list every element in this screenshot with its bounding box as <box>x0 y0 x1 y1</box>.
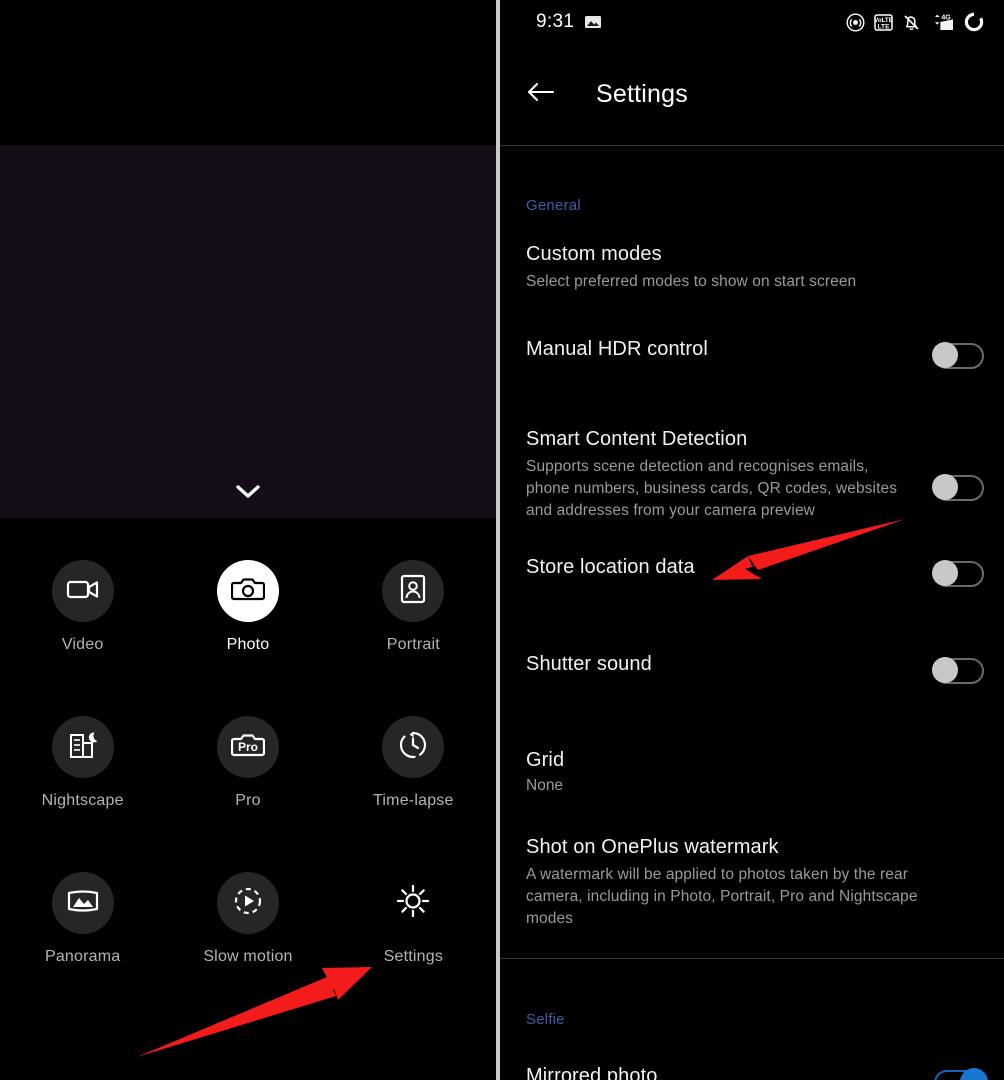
svg-text:LTE: LTE <box>878 23 891 30</box>
image-notification-icon <box>584 14 602 30</box>
screenshot-root: Video Photo Portrait Nightscape Pro Pro … <box>0 0 1004 1080</box>
mode-icon-container <box>51 716 114 778</box>
page-title: Settings <box>596 80 688 108</box>
volte-icon: VoLTE LTE <box>874 13 893 32</box>
setting-title: Custom modes <box>526 243 662 265</box>
status-bar-clock: 9:31 <box>536 11 575 32</box>
mode-icon-container <box>51 560 114 622</box>
camera-preview-area[interactable] <box>0 145 496 518</box>
mode-icon-container: Pro <box>216 716 279 778</box>
setting-row-shutter-sound[interactable]: Shutter sound <box>500 652 1004 706</box>
camera-mode-nightscape[interactable]: Nightscape <box>0 716 165 832</box>
camera-mode-time-lapse[interactable]: Time-lapse <box>331 716 496 832</box>
mode-icon-container <box>216 872 279 934</box>
toggle-manual-hdr-control[interactable] <box>932 342 984 369</box>
status-bar-notification-icons <box>584 14 602 30</box>
setting-text: Shutter sound <box>526 652 934 677</box>
settings-header: Settings <box>500 44 1004 145</box>
toggle-knob <box>932 342 958 368</box>
portrait-person-icon <box>399 573 427 610</box>
toggle-knob <box>932 474 958 500</box>
toggle-shutter-sound[interactable] <box>932 657 984 684</box>
mode-icon-container <box>382 872 444 934</box>
toggle-knob <box>960 1068 988 1080</box>
camera-mode-slow-motion[interactable]: Slow motion <box>165 872 330 988</box>
setting-text: Custom modes Select preferred modes to s… <box>526 242 984 293</box>
chevron-down-icon <box>235 484 261 500</box>
svg-text:Pro: Pro <box>238 740 258 754</box>
preview-collapse-button[interactable] <box>0 475 496 509</box>
setting-text: Manual HDR control <box>526 337 934 362</box>
setting-subtitle: Supports scene detection and recognises … <box>526 458 898 519</box>
setting-row-shot-on-oneplus-watermark[interactable]: Shot on OnePlus watermark A watermark wi… <box>500 835 1004 930</box>
timelapse-clock-icon <box>397 729 429 766</box>
setting-text: Grid None <box>526 748 984 795</box>
setting-text: Smart Content Detection Supports scene d… <box>526 427 934 522</box>
slow-motion-icon <box>232 885 264 922</box>
night-buildings-icon <box>67 729 99 766</box>
camera-mode-settings[interactable]: Settings <box>331 872 496 988</box>
setting-title: Manual HDR control <box>526 338 708 360</box>
status-bar-system-icons: VoLTE LTE 4G <box>846 12 984 32</box>
hotspot-icon <box>846 12 865 32</box>
battery-ring-icon <box>964 12 984 32</box>
gear-icon <box>394 882 432 925</box>
camera-mode-label: Pro <box>235 792 261 809</box>
camera-mode-panorama[interactable]: Panorama <box>0 872 165 988</box>
setting-text: Shot on OnePlus watermark A watermark wi… <box>526 835 984 930</box>
setting-title: Shot on OnePlus watermark <box>526 836 779 858</box>
toggle-knob <box>932 657 958 683</box>
camera-mode-label: Photo <box>226 636 270 653</box>
camera-app-panel: Video Photo Portrait Nightscape Pro Pro … <box>0 0 496 1080</box>
toggle-store-location-data[interactable] <box>932 560 984 587</box>
setting-row-custom-modes[interactable]: Custom modes Select preferred modes to s… <box>500 242 1004 296</box>
camera-mode-grid: Video Photo Portrait Nightscape Pro Pro … <box>0 560 496 988</box>
setting-title: Store location data <box>526 556 695 578</box>
setting-row-grid[interactable]: Grid None <box>500 748 1004 802</box>
setting-title: Mirrored photo <box>526 1065 658 1080</box>
setting-title: Shutter sound <box>526 653 652 675</box>
video-camera-icon <box>66 576 100 607</box>
camera-mode-photo[interactable]: Photo <box>165 560 330 676</box>
setting-row-manual-hdr-control[interactable]: Manual HDR control <box>500 337 1004 391</box>
toggle-knob <box>932 560 958 586</box>
toggle-smart-content-detection[interactable] <box>932 474 984 501</box>
mode-icon-container <box>51 872 114 934</box>
camera-mode-video[interactable]: Video <box>0 560 165 676</box>
setting-subtitle: A watermark will be applied to photos ta… <box>526 866 918 927</box>
section-header-selfie: Selfie <box>526 1011 565 1028</box>
setting-title: Grid <box>526 749 565 771</box>
camera-mode-label: Settings <box>383 948 444 965</box>
mode-icon-container <box>382 716 445 778</box>
setting-value-grid: None <box>526 777 564 794</box>
mode-icon-container <box>216 560 279 622</box>
camera-mode-label: Time-lapse <box>373 792 454 809</box>
toggle-mirrored-photo[interactable] <box>934 1068 988 1080</box>
signal-4g-icon: 4G <box>930 13 955 32</box>
settings-screen-panel: 9:31 VoLTE LTE 4G Settings General Custo… <box>500 0 1004 1080</box>
panorama-icon <box>66 888 100 919</box>
setting-text: Store location data <box>526 555 934 580</box>
pro-camera-icon: Pro <box>230 731 266 764</box>
setting-subtitle: Select preferred modes to show on start … <box>526 273 857 290</box>
setting-row-smart-content-detection[interactable]: Smart Content Detection Supports scene d… <box>500 427 1004 522</box>
back-arrow-icon[interactable] <box>526 81 556 108</box>
camera-mode-label: Video <box>61 636 104 653</box>
setting-row-mirrored-photo[interactable]: Mirrored photo <box>500 1064 1004 1080</box>
camera-mode-label: Panorama <box>44 948 121 965</box>
bell-off-icon <box>902 13 921 32</box>
setting-title: Smart Content Detection <box>526 428 748 450</box>
settings-list[interactable]: General Custom modes Select preferred mo… <box>500 145 1004 1080</box>
setting-text: Mirrored photo <box>526 1064 934 1080</box>
camera-mode-label: Nightscape <box>41 792 124 809</box>
mode-icon-container <box>382 560 445 622</box>
section-header-general: General <box>526 197 581 214</box>
camera-mode-portrait[interactable]: Portrait <box>331 560 496 676</box>
camera-mode-label: Slow motion <box>203 948 293 965</box>
camera-icon <box>230 575 266 608</box>
setting-row-store-location-data[interactable]: Store location data <box>500 555 1004 609</box>
camera-mode-pro[interactable]: Pro Pro <box>165 716 330 832</box>
status-bar: 9:31 VoLTE LTE 4G <box>500 0 1004 44</box>
camera-mode-label: Portrait <box>386 636 440 653</box>
